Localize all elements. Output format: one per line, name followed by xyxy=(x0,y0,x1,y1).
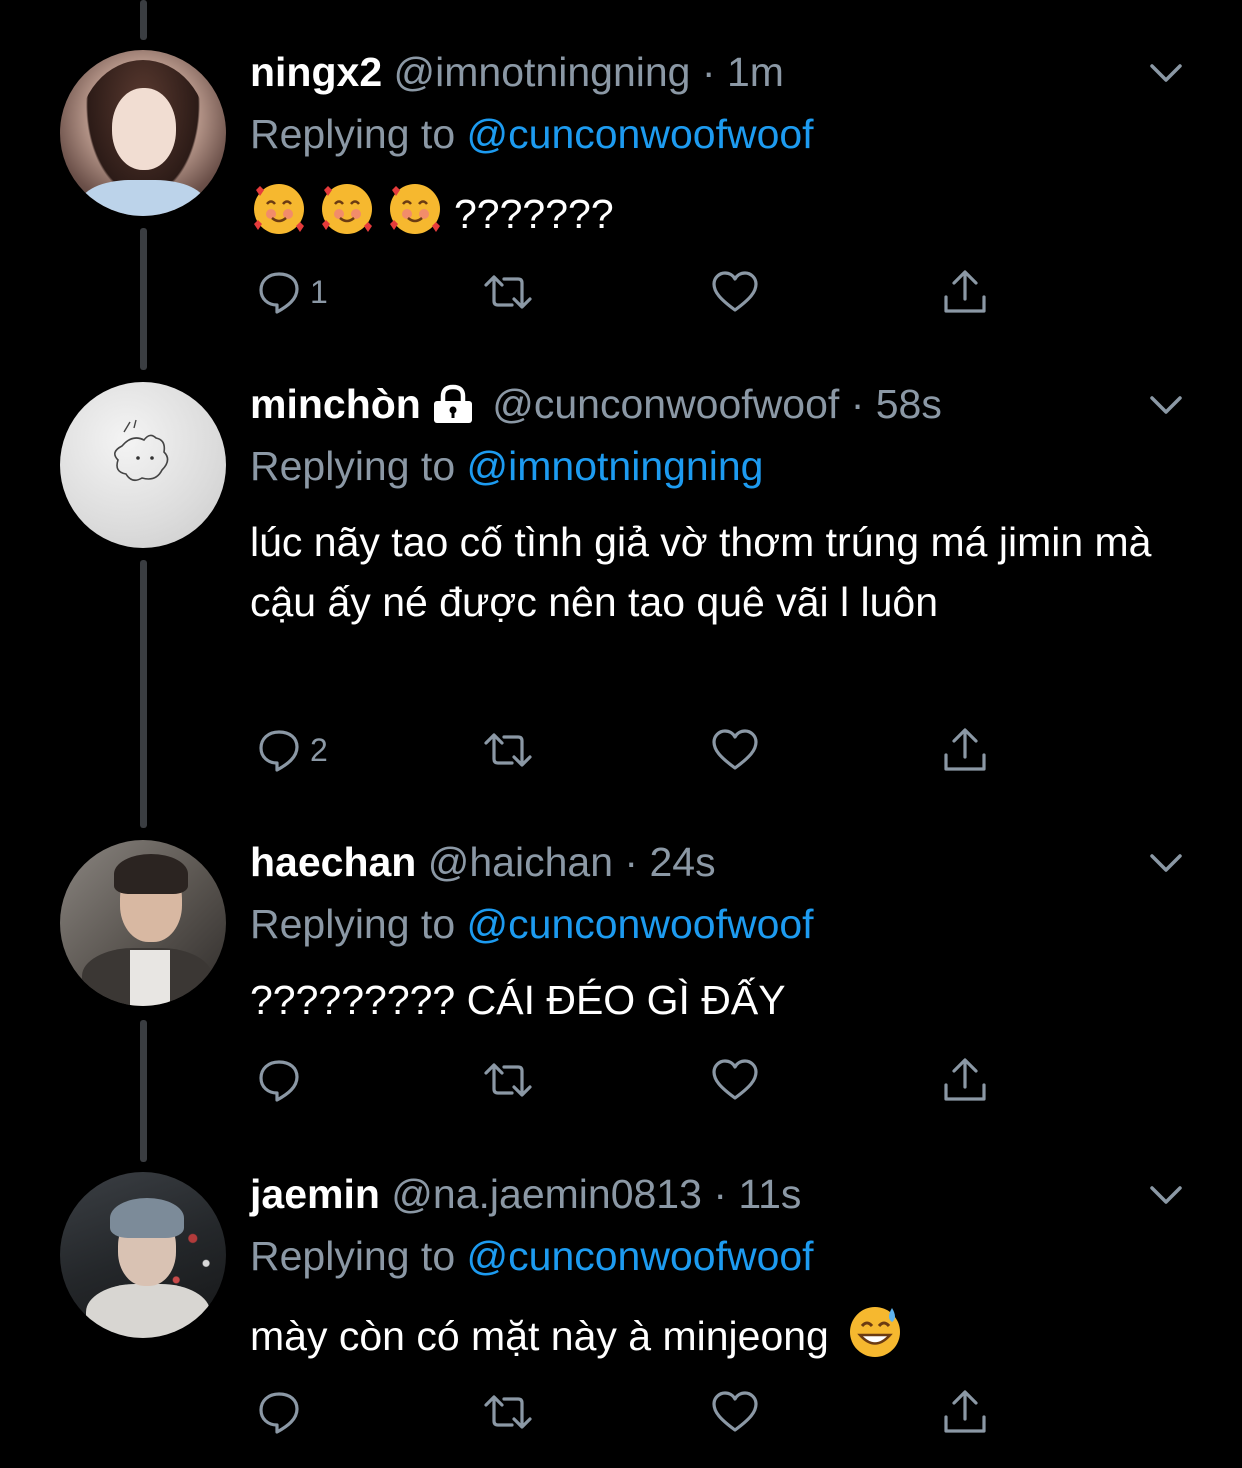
mention-link[interactable]: @cunconwoofwoof xyxy=(467,111,814,157)
heart-icon xyxy=(712,1391,758,1432)
thread-line xyxy=(140,1020,147,1162)
reply-icon xyxy=(259,272,299,314)
heart-icon xyxy=(712,271,758,312)
share-icon xyxy=(944,728,986,771)
retweet-icon xyxy=(484,275,532,309)
display-name[interactable]: minchòn xyxy=(250,381,421,427)
replying-to-label: Replying to xyxy=(250,443,456,489)
tweet-text-content: mày còn có mặt này à minjeong xyxy=(250,1313,829,1359)
smiling-face-with-hearts-icon xyxy=(390,184,440,234)
retweet-icon xyxy=(484,1063,532,1097)
handle[interactable]: @haichan xyxy=(428,839,613,885)
retweet-button[interactable] xyxy=(480,264,536,320)
retweet-button[interactable] xyxy=(480,1384,536,1440)
chevron-down-icon[interactable] xyxy=(1146,850,1186,876)
chevron-down-icon[interactable] xyxy=(1146,1182,1186,1208)
reply-button[interactable] xyxy=(256,1052,310,1108)
grinning-face-with-sweat-icon xyxy=(850,1307,901,1357)
handle[interactable]: @cunconwoofwoof xyxy=(492,381,839,427)
reply-count: 1 xyxy=(310,273,328,310)
handle[interactable]: @imnotningning xyxy=(394,49,691,95)
separator-dot: · xyxy=(624,839,639,885)
reply-button[interactable]: 2 xyxy=(256,722,328,778)
avatar[interactable] xyxy=(60,382,226,548)
heart-icon xyxy=(712,1059,758,1100)
reply-count: 2 xyxy=(310,731,328,768)
replying-to-label: Replying to xyxy=(250,901,456,947)
chevron-down-icon[interactable] xyxy=(1146,392,1186,418)
replying-to: Replying to @cunconwoofwoof xyxy=(250,1228,814,1284)
tweet-header: minchòn @cunconwoofwoof · 58s xyxy=(250,376,942,432)
separator-dot: · xyxy=(701,49,716,95)
smiling-face-with-hearts-icon xyxy=(322,184,372,234)
tweet-text: mày còn có mặt này à minjeong xyxy=(250,1302,1170,1366)
mention-link[interactable]: @imnotningning xyxy=(467,443,764,489)
share-button[interactable] xyxy=(940,722,990,778)
reply-icon xyxy=(259,1392,299,1434)
mention-link[interactable]: @cunconwoofwoof xyxy=(467,901,814,947)
tweet-text: ????????? CÁI ĐÉO GÌ ĐẤY xyxy=(250,977,786,1023)
share-button[interactable] xyxy=(940,264,990,320)
tweet-text-content: ??????? xyxy=(454,191,614,237)
share-button[interactable] xyxy=(940,1052,990,1108)
avatar[interactable] xyxy=(60,50,226,216)
display-name[interactable]: haechan xyxy=(250,839,416,885)
thread-line xyxy=(140,560,147,828)
tweet-actions: 1 xyxy=(250,264,1010,320)
tweet-ningx2[interactable]: ningx2 @imnotningning · 1m Replying to @… xyxy=(0,0,1242,340)
lock-icon xyxy=(433,384,472,424)
retweet-icon xyxy=(484,733,532,767)
chevron-down-icon[interactable] xyxy=(1146,60,1186,86)
smiling-face-with-hearts-icon xyxy=(254,184,304,234)
mention-link[interactable]: @cunconwoofwoof xyxy=(467,1233,814,1279)
timestamp[interactable]: 58s xyxy=(876,381,942,427)
replying-to: Replying to @imnotningning xyxy=(250,438,763,494)
share-icon xyxy=(944,1390,986,1433)
share-icon xyxy=(944,270,986,313)
like-button[interactable] xyxy=(710,264,760,320)
like-button[interactable] xyxy=(710,722,760,778)
share-button[interactable] xyxy=(940,1384,990,1440)
timestamp[interactable]: 24s xyxy=(649,839,715,885)
separator-dot: · xyxy=(713,1171,727,1217)
avatar[interactable] xyxy=(60,1172,226,1338)
tweet-header: ningx2 @imnotningning · 1m xyxy=(250,44,784,100)
tweet-text: ??????? xyxy=(250,180,1170,244)
heart-icon xyxy=(712,729,758,770)
retweet-button[interactable] xyxy=(480,722,536,778)
display-name[interactable]: jaemin xyxy=(250,1171,380,1217)
tweet-header: jaemin @na.jaemin0813 · 11s xyxy=(250,1166,801,1222)
tweet-actions xyxy=(250,1052,1010,1108)
tweet-actions xyxy=(250,1384,1010,1440)
display-name[interactable]: ningx2 xyxy=(250,49,382,95)
replying-to-label: Replying to xyxy=(250,111,456,157)
tweet-actions: 2 xyxy=(250,722,1010,778)
timestamp[interactable]: 11s xyxy=(738,1171,801,1217)
replying-to-label: Replying to xyxy=(250,1233,456,1279)
retweet-button[interactable] xyxy=(480,1052,536,1108)
tweet-header: haechan @haichan · 24s xyxy=(250,834,716,890)
like-button[interactable] xyxy=(710,1052,760,1108)
timestamp[interactable]: 1m xyxy=(727,49,784,95)
share-icon xyxy=(944,1058,986,1101)
replying-to: Replying to @cunconwoofwoof xyxy=(250,896,814,952)
tweet-text: lúc nãy tao cố tình giả vờ thơm trúng má… xyxy=(250,519,1152,625)
handle[interactable]: @na.jaemin0813 xyxy=(391,1171,702,1217)
separator-dot: · xyxy=(850,381,865,427)
replying-to: Replying to @cunconwoofwoof xyxy=(250,106,814,162)
avatar[interactable] xyxy=(60,840,226,1006)
reply-button[interactable]: 1 xyxy=(256,264,328,320)
reply-icon xyxy=(259,1060,299,1102)
reply-button[interactable] xyxy=(256,1384,310,1440)
retweet-icon xyxy=(484,1395,532,1429)
like-button[interactable] xyxy=(710,1384,760,1440)
reply-icon xyxy=(259,730,299,772)
